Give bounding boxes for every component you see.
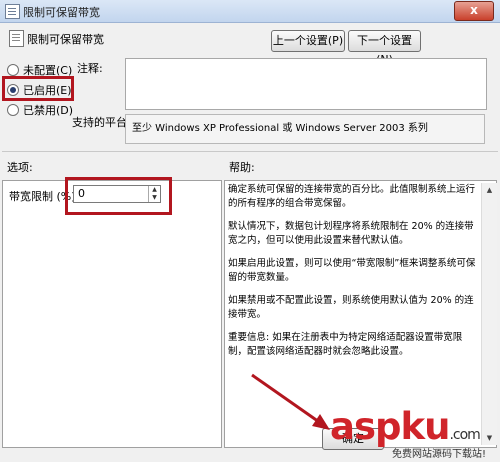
help-paragraph: 默认情况下，数据包计划程序将系统限制在 20% 的连接带宽之内，但可以使用此设置… [228,221,474,246]
divider [2,151,498,152]
next-setting-button[interactable]: 下一个设置(N) [348,30,421,66]
help-paragraph: 如果禁用或不配置此设置，则系统使用默认值为 20% 的连接带宽。 [228,295,474,320]
radio-icon[interactable] [7,64,19,76]
comment-label: 注释: [77,62,103,75]
radio-disabled[interactable]: 已禁用(D) [7,102,73,118]
close-button[interactable]: x [454,1,494,21]
help-paragraph: 重要信息: 如果在注册表中为特定网络适配器设置带宽限制，配置该网络适配器时就会忽… [228,332,463,357]
scroll-up-icon[interactable]: ▲ [482,183,497,197]
options-section-label: 选项: [7,161,33,174]
prev-setting-button[interactable]: 上一个设置(P) [271,30,345,52]
watermark-suffix: .com [449,427,480,443]
watermark: aspku.com 免费网站源码下载站! [330,405,500,462]
help-section-label: 帮助: [229,161,255,174]
platform-value: 至少 Windows XP Professional 或 Windows Ser… [125,114,485,144]
title-bar: 限制可保留带宽 x [0,0,500,23]
platform-label: 支持的平台: [72,116,131,129]
comment-textarea[interactable] [125,58,487,110]
setting-title: 限制可保留带宽 [27,33,104,46]
options-panel [2,180,222,448]
setting-icon [9,30,24,47]
watermark-logo: aspku.com [330,405,481,448]
bandwidth-highlight-box [65,177,172,215]
help-paragraph: 确定系统可保留的连接带宽的百分比。此值限制系统上运行的所有程序的组合带宽保留。 [228,184,476,209]
radio-icon[interactable] [7,104,19,116]
watermark-subtitle: 免费网站源码下载站! [392,449,487,460]
enabled-highlight-box [2,76,74,101]
window-title: 限制可保留带宽 [23,6,100,19]
policy-icon [5,4,20,19]
help-paragraph: 如果启用此设置，则可以使用“带宽限制”框来调整系统可保留的带宽数量。 [228,258,476,283]
radio-label: 已禁用(D) [23,104,74,117]
help-text: 确定系统可保留的连接带宽的百分比。此值限制系统上运行的所有程序的组合带宽保留。 … [228,183,481,368]
watermark-text: aspku [330,405,450,448]
